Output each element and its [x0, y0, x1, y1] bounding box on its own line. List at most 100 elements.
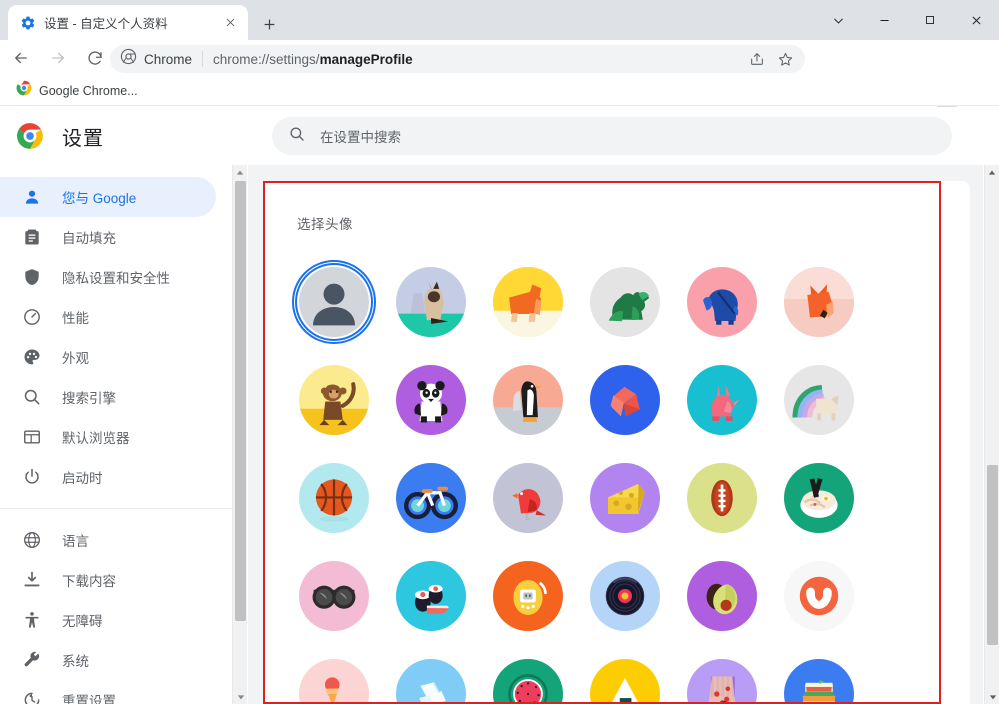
search-icon: [22, 387, 42, 407]
bookmark-item[interactable]: Google Chrome...: [10, 77, 144, 104]
onigiri-icon: [589, 658, 660, 704]
avatar-option-basketball[interactable]: [285, 449, 382, 546]
avatar-option-sandwich[interactable]: [770, 645, 867, 704]
avatar-option-watermelon[interactable]: [479, 645, 576, 704]
close-icon[interactable]: [220, 13, 240, 33]
monkey-icon: [298, 364, 369, 435]
avatar-picker-card: 选择头像: [263, 181, 970, 704]
sunglasses-icon: [298, 560, 369, 631]
avatar-option-panda[interactable]: [382, 351, 479, 448]
sidebar-item-palette[interactable]: 外观: [0, 337, 216, 377]
sushi-icon: [395, 560, 466, 631]
avatar-option-noodle-bowl[interactable]: [770, 449, 867, 546]
wrench-icon: [22, 650, 42, 670]
search-input[interactable]: 在设置中搜索: [272, 117, 952, 155]
avatar-option-orange-fox[interactable]: [770, 253, 867, 350]
avatar-option-unicorn-rainbow[interactable]: [770, 351, 867, 448]
avatar-option-penguin[interactable]: [479, 351, 576, 448]
sidebar-item-history-restore[interactable]: 重置设置: [0, 680, 216, 704]
sidebar-item-shield[interactable]: 隐私设置和安全性: [0, 257, 216, 297]
scroll-down-arrow-icon[interactable]: [985, 689, 999, 704]
reload-icon[interactable]: [79, 42, 111, 74]
sidebar-item-label: 您与 Google: [62, 191, 137, 206]
avatar-option-red-bird[interactable]: [479, 449, 576, 546]
avatar-option-ice-cubes[interactable]: [382, 645, 479, 704]
omnibox-url: chrome://settings/manageProfile: [213, 52, 413, 67]
scrollbar-thumb[interactable]: [235, 181, 246, 621]
avatar-grid: [285, 253, 970, 704]
sidebar-item-person[interactable]: 您与 Google: [0, 177, 216, 217]
sidebar-item-label: 无障碍: [62, 614, 103, 629]
sidebar-item-clipboard[interactable]: 自动填充: [0, 217, 216, 257]
close-icon[interactable]: [953, 0, 999, 40]
scroll-down-arrow-icon[interactable]: [233, 689, 248, 704]
avatar-option-ice-cream[interactable]: [285, 645, 382, 704]
sidebar-item-wrench[interactable]: 系统: [0, 640, 216, 680]
avatar-option-butterfly[interactable]: [576, 351, 673, 448]
watermelon-icon: [492, 658, 563, 704]
scroll-up-arrow-icon[interactable]: [985, 165, 999, 180]
avatar-option-tamagotchi[interactable]: [479, 547, 576, 644]
avatar-option-default-person[interactable]: [285, 253, 382, 350]
star-icon[interactable]: [771, 47, 799, 71]
new-tab-button[interactable]: [256, 11, 282, 37]
tab-title: 设置 - 自定义个人资料: [44, 17, 168, 31]
avatar-option-blue-elephant[interactable]: [673, 253, 770, 350]
sidebar-item-download[interactable]: 下载内容: [0, 560, 216, 600]
ice-cream-icon: [298, 658, 369, 704]
main-scrollbar[interactable]: [984, 165, 999, 704]
sidebar-group-primary: 您与 Google 自动填充隐私设置和安全性性能外观搜索引擎 默认浏览器 启动时: [0, 165, 232, 497]
omnibox-actions: [743, 47, 799, 71]
panda-icon: [395, 364, 466, 435]
address-bar[interactable]: Chrome chrome://settings/manageProfile: [110, 45, 805, 73]
avatar-option-origami-dog[interactable]: [479, 253, 576, 350]
share-icon[interactable]: [743, 47, 771, 71]
avatar-option-sushi[interactable]: [382, 547, 479, 644]
avatar-option-vinyl-record[interactable]: [576, 547, 673, 644]
omnibox-divider: [202, 51, 204, 67]
sidebar-scrollbar[interactable]: [232, 165, 247, 704]
sidebar-item-accessibility[interactable]: 无障碍: [0, 600, 216, 640]
gear-icon: [20, 15, 36, 31]
sidebar-item-speedometer[interactable]: 性能: [0, 297, 216, 337]
sidebar-item-search[interactable]: 搜索引擎: [0, 377, 216, 417]
avatar-option-bicycle[interactable]: [382, 449, 479, 546]
avatar-option-avocado[interactable]: [673, 547, 770, 644]
avatar-option-siamese-cat[interactable]: [382, 253, 479, 350]
sidebar-item-label: 外观: [62, 351, 89, 366]
sidebar-item-label: 隐私设置和安全性: [62, 271, 170, 286]
avatar-option-rabbit[interactable]: [673, 351, 770, 448]
chrome-logo-icon: [16, 122, 44, 150]
ice-cubes-icon: [395, 658, 466, 704]
browser-tab[interactable]: 设置 - 自定义个人资料: [8, 5, 248, 40]
search-icon: [288, 125, 306, 148]
red-bird-icon: [492, 462, 563, 533]
clipboard-icon: [22, 227, 42, 247]
basketball-icon: [298, 462, 369, 533]
accessibility-icon: [22, 610, 42, 630]
pizza-slice-icon: [686, 658, 757, 704]
origami-dog-icon: [492, 266, 563, 337]
avatar-option-smiley[interactable]: [770, 547, 867, 644]
scroll-up-arrow-icon[interactable]: [233, 165, 247, 180]
back-arrow-icon[interactable]: [5, 42, 37, 74]
avatar-option-sunglasses[interactable]: [285, 547, 382, 644]
sidebar-item-browser-window[interactable]: 默认浏览器: [0, 417, 216, 457]
maximize-icon[interactable]: [907, 0, 953, 40]
sidebar-item-power[interactable]: 启动时: [0, 457, 216, 497]
chevron-down-icon[interactable]: [815, 0, 861, 40]
avatar-option-onigiri[interactable]: [576, 645, 673, 704]
avatar-option-monkey[interactable]: [285, 351, 382, 448]
avatar-option-pizza-slice[interactable]: [673, 645, 770, 704]
sidebar-item-label: 下载内容: [62, 574, 116, 589]
sidebar-item-globe[interactable]: 语言: [0, 520, 216, 560]
avatar-option-cheese[interactable]: [576, 449, 673, 546]
url-path: manageProfile: [319, 51, 413, 67]
scrollbar-thumb[interactable]: [987, 465, 998, 645]
siamese-cat-icon: [395, 266, 466, 337]
sandwich-icon: [783, 658, 854, 704]
avatar-option-green-dinosaur[interactable]: [576, 253, 673, 350]
browser-window-icon: [22, 427, 42, 447]
avatar-option-football[interactable]: [673, 449, 770, 546]
minimize-icon[interactable]: [861, 0, 907, 40]
